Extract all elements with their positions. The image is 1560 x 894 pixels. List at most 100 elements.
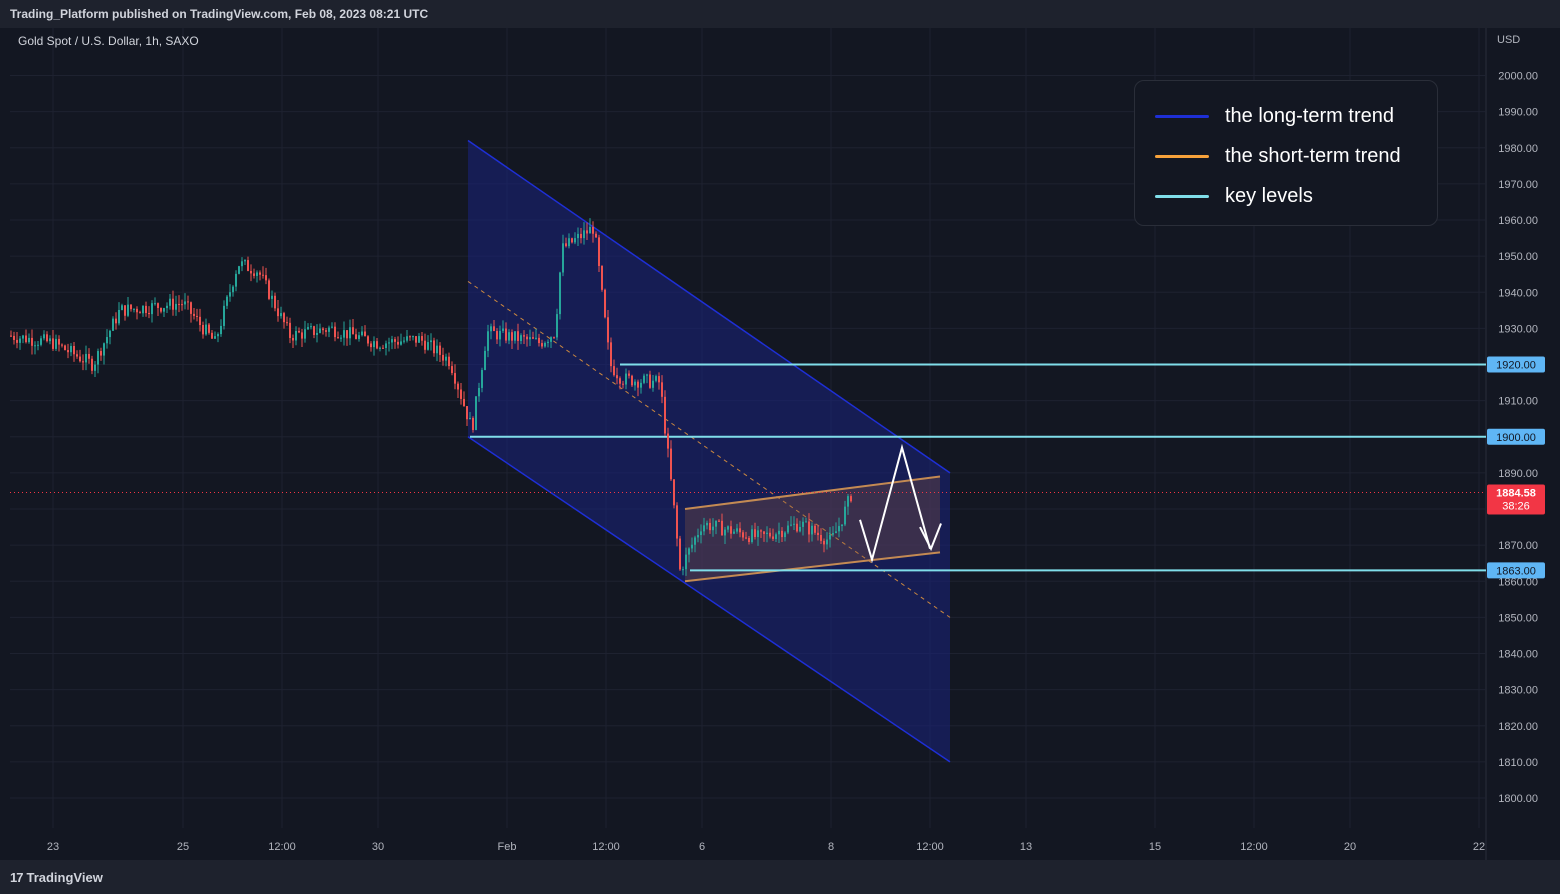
candle-body (778, 530, 780, 535)
candle-body (79, 356, 81, 362)
x-tick-label: 25 (177, 841, 189, 853)
candle-body (301, 332, 303, 339)
candle-body (478, 387, 480, 397)
candle-body (145, 305, 147, 313)
candle-body (64, 345, 66, 351)
candle-body (82, 361, 84, 363)
candle-body (295, 331, 297, 341)
candle-body (469, 417, 471, 420)
candle-body (34, 345, 36, 347)
candle-body (28, 337, 30, 343)
candle-body (487, 331, 489, 351)
candle-body (475, 396, 477, 430)
candle-body (424, 340, 426, 350)
candle-body (538, 337, 540, 344)
candle-body (121, 305, 123, 311)
y-tick-label: 1800.00 (1498, 793, 1538, 805)
candle-body (412, 336, 414, 338)
candle-body (571, 238, 573, 243)
candle-body (304, 329, 306, 339)
candle-body (559, 272, 561, 315)
candle-body (673, 479, 675, 506)
candle-body (655, 376, 657, 381)
candle-body (439, 345, 441, 355)
candle-body (667, 433, 669, 449)
candle-body (52, 338, 54, 349)
candle-body (790, 524, 792, 526)
candle-body (379, 347, 381, 349)
candle-body (247, 260, 249, 271)
candle-body (346, 330, 348, 339)
candle-body (622, 383, 624, 385)
candle-body (448, 356, 450, 367)
candle-body (127, 304, 129, 316)
candle-body (682, 569, 684, 571)
candle-body (166, 305, 168, 309)
candle-body (421, 336, 423, 341)
candle-body (151, 303, 153, 315)
long-term-channel-fill (468, 140, 950, 762)
countdown-text: 38:26 (1502, 500, 1530, 512)
y-tick-label: 1910.00 (1498, 396, 1538, 408)
candle-body (442, 354, 444, 361)
candle-body (211, 332, 213, 339)
tradingview-logo[interactable]: 17 TradingView (10, 870, 103, 885)
candle-body (283, 313, 285, 323)
y-tick-label: 1990.00 (1498, 107, 1538, 119)
candle-body (112, 318, 114, 331)
candle-body (844, 506, 846, 525)
candle-body (580, 233, 582, 239)
y-tick-label: 1960.00 (1498, 215, 1538, 227)
candle-body (100, 351, 102, 356)
candle-body (850, 496, 852, 502)
candle-body (466, 406, 468, 420)
candle-body (205, 324, 207, 335)
x-tick-label: 12:00 (916, 841, 944, 853)
candle-body (19, 338, 21, 343)
candle-body (556, 314, 558, 338)
candle-body (400, 341, 402, 345)
candle-body (742, 532, 744, 538)
candle-body (328, 327, 330, 332)
candle-body (316, 332, 318, 335)
candle-body (601, 265, 603, 290)
candle-body (319, 328, 321, 333)
candle-body (253, 273, 255, 276)
candle-body (103, 343, 105, 356)
x-tick-label: 12:00 (592, 841, 620, 853)
candle-body (613, 366, 615, 376)
candle-body (769, 532, 771, 537)
y-tick-label: 1940.00 (1498, 287, 1538, 299)
candle-body (619, 378, 621, 384)
candle-body (451, 366, 453, 374)
candle-body (199, 316, 201, 326)
candle-body (181, 304, 183, 306)
candle-body (178, 303, 180, 305)
candle-body (739, 528, 741, 533)
candle-body (388, 342, 390, 344)
candle-body (445, 356, 447, 361)
candle-body (517, 331, 519, 342)
candle-body (721, 520, 723, 536)
candle-body (562, 243, 564, 273)
candle-body (364, 331, 366, 337)
candle-body (343, 330, 345, 338)
candle-body (835, 531, 837, 534)
candle-body (685, 554, 687, 570)
candle-body (349, 327, 351, 339)
candle-body (58, 338, 60, 345)
candle-body (607, 317, 609, 343)
candle-body (826, 539, 828, 545)
candle-body (13, 335, 15, 340)
candle-body (115, 318, 117, 324)
candle-body (646, 374, 648, 376)
symbol-title[interactable]: Gold Spot / U.S. Dollar, 1h, SAXO (18, 34, 199, 48)
candle-body (697, 534, 699, 538)
candle-body (277, 308, 279, 317)
candle-body (757, 530, 759, 538)
candle-body (640, 382, 642, 388)
candle-body (616, 375, 618, 379)
x-tick-label: 12:00 (1240, 841, 1268, 853)
candle-body (310, 326, 312, 328)
candle-body (184, 301, 186, 305)
